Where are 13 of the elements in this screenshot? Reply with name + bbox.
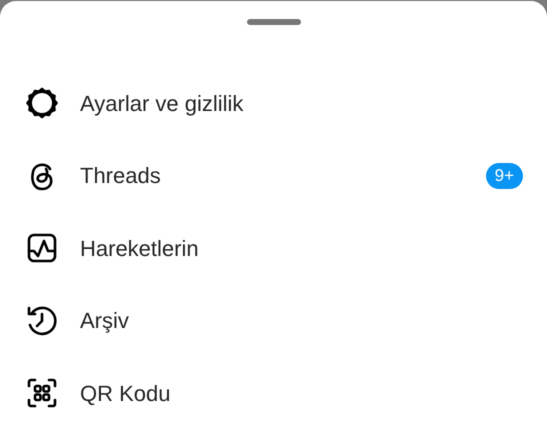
menu-item[interactable]: QR Kodu [0, 357, 547, 430]
menu-item[interactable]: Ayarlar ve gizlilik [0, 67, 547, 140]
menu-item[interactable]: Arşiv [0, 284, 547, 357]
menu-label: Arşiv [80, 307, 129, 336]
menu-item[interactable]: Threads 9+ [0, 140, 547, 212]
gear-icon [24, 85, 60, 122]
menu-label: Threads [80, 162, 161, 190]
menu-label: Ayarlar ve gizlilik [80, 90, 244, 118]
menu-label: QR Kodu [80, 380, 170, 408]
menu-label: Hareketlerin [80, 234, 199, 263]
notification-count: 9+ [486, 162, 523, 189]
menu-item[interactable]: Hareketlerin [0, 212, 547, 284]
drag-handle[interactable] [246, 19, 300, 25]
